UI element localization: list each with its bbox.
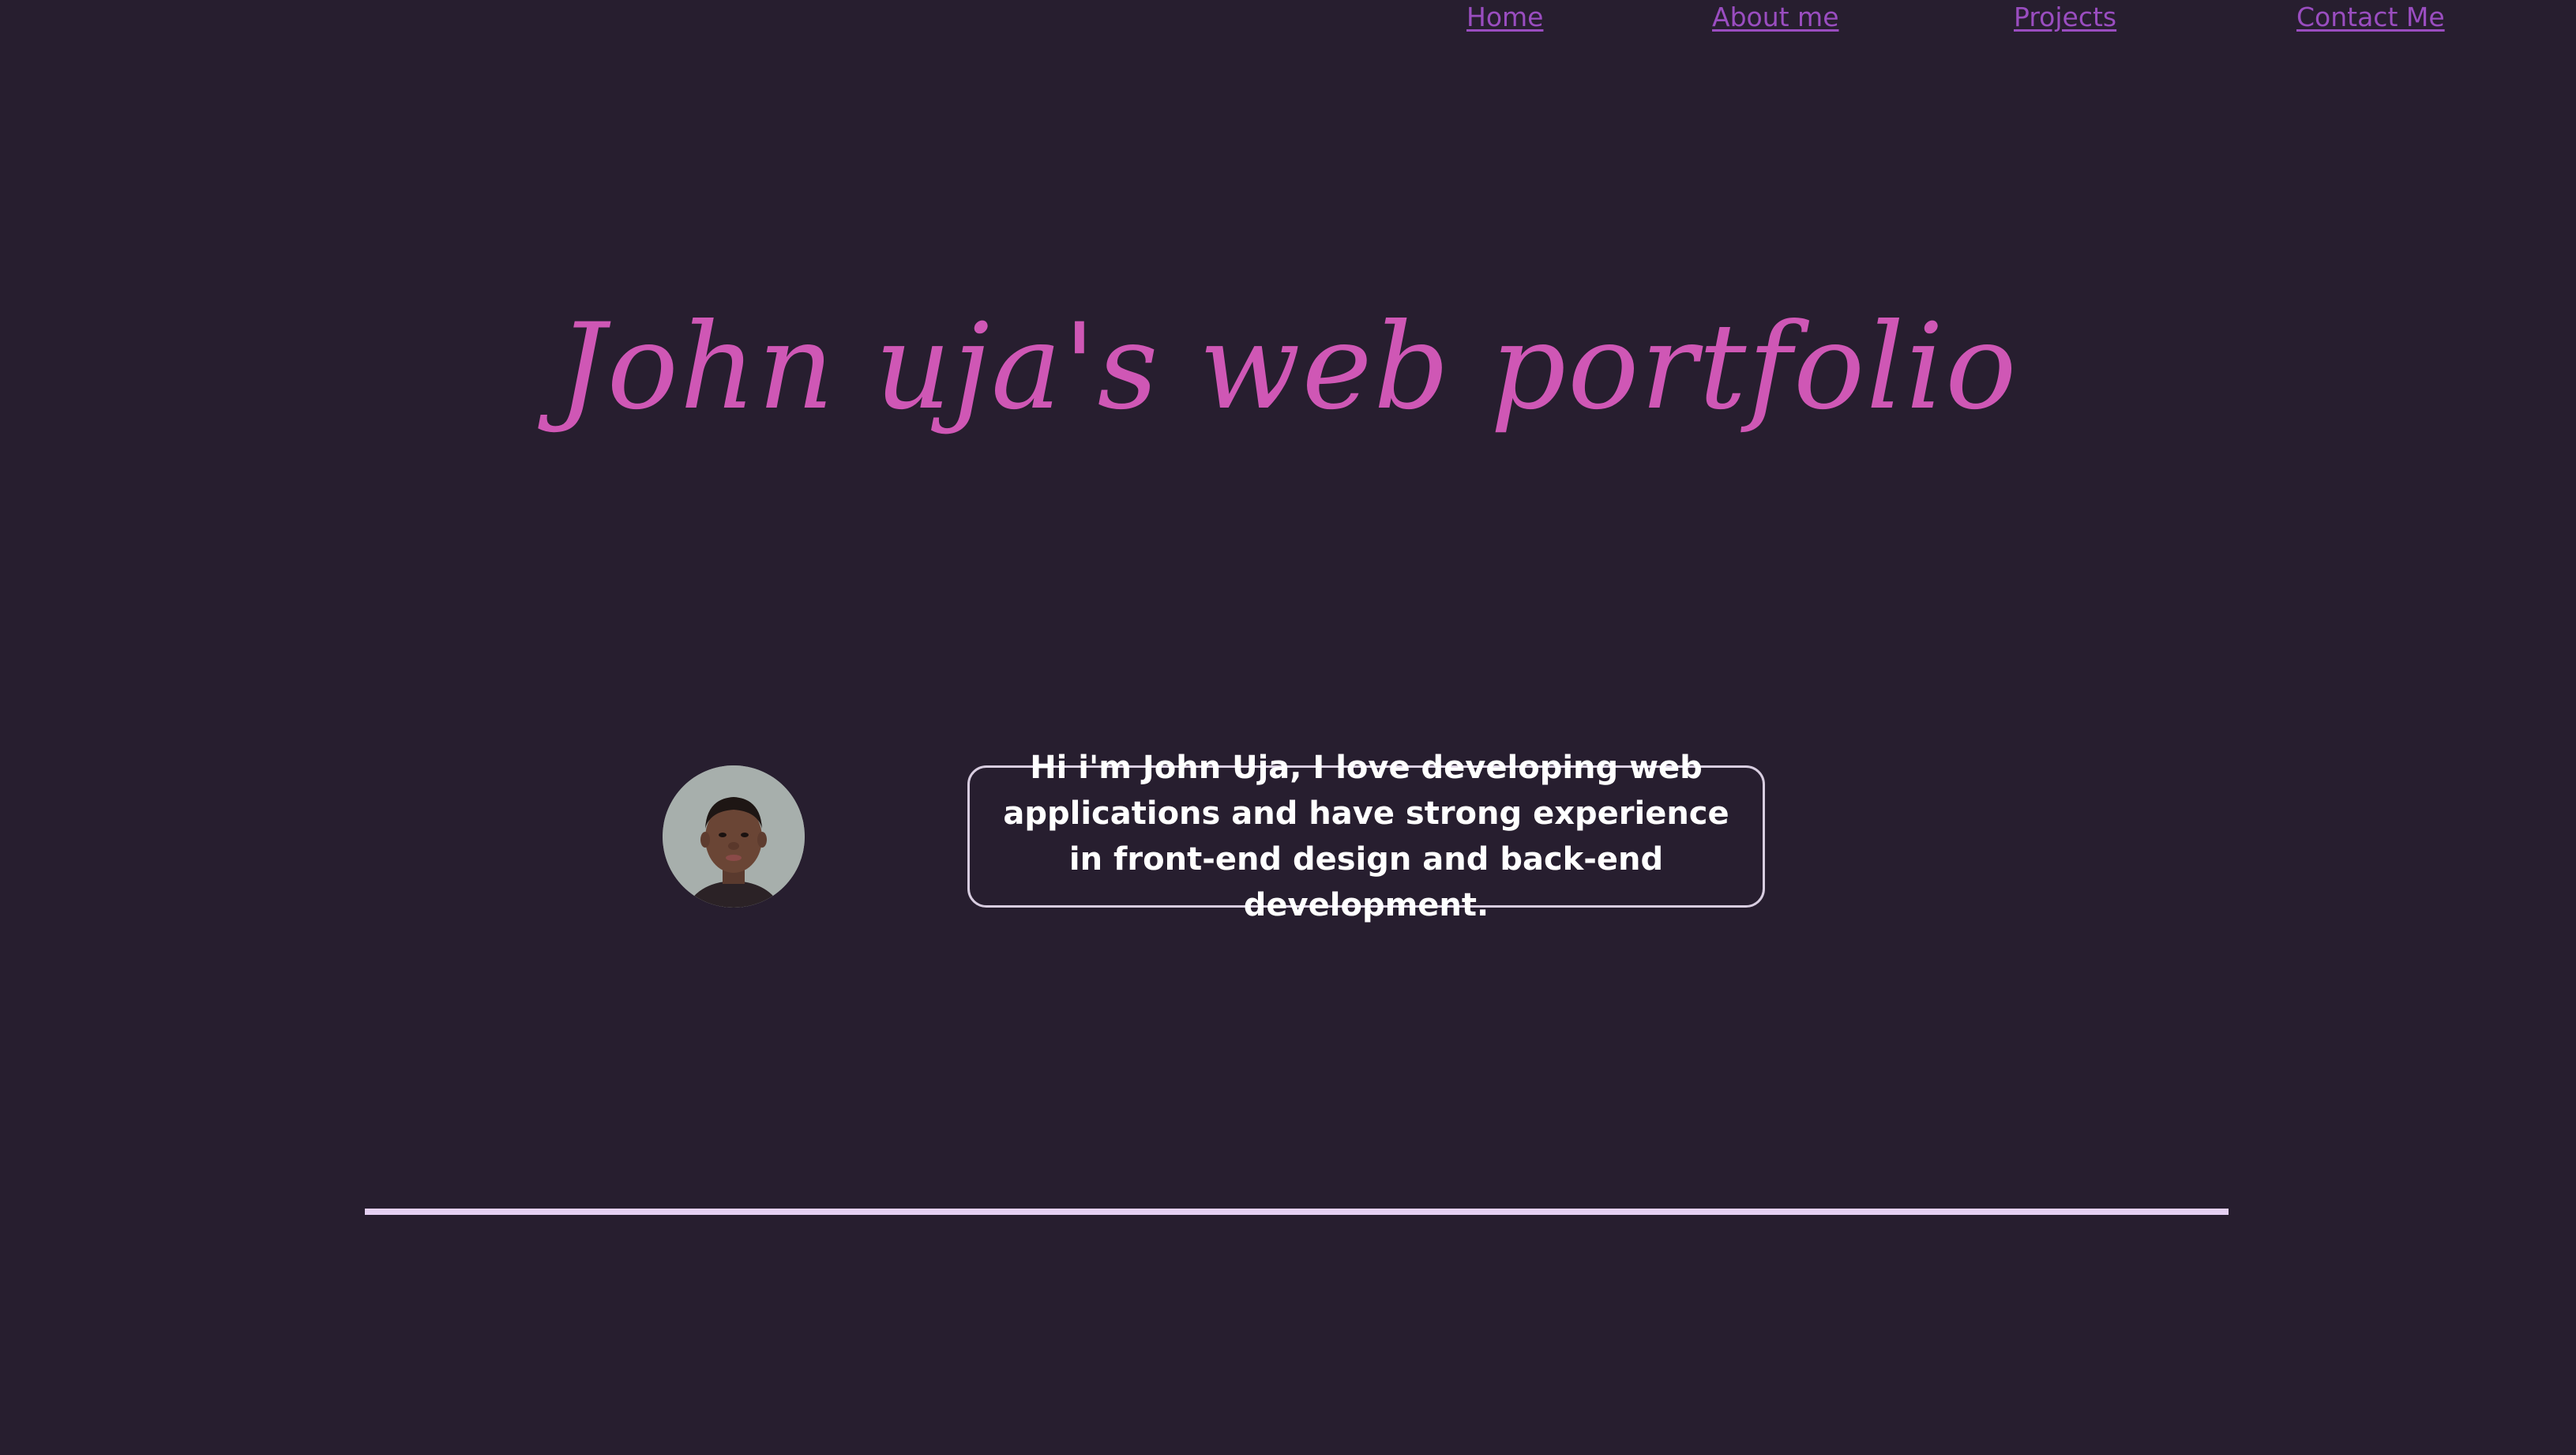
page-title: John uja's web portfolio	[558, 299, 2018, 436]
nav-link-about-me[interactable]: About me	[1712, 2, 1839, 32]
avatar	[663, 765, 805, 908]
page: Home About me Projects Contact Me John u…	[0, 0, 2576, 1455]
intro-text: Hi i'm John Uja, I love developing web a…	[1003, 750, 1729, 923]
divider	[365, 1209, 2229, 1215]
top-nav: Home About me Projects Contact Me	[0, 0, 2576, 47]
nav-link-home[interactable]: Home	[1466, 2, 1543, 32]
nav-link-projects[interactable]: Projects	[2014, 2, 2116, 32]
intro-bubble: Hi i'm John Uja, I love developing web a…	[967, 750, 1765, 923]
nav-link-contact-me[interactable]: Contact Me	[2296, 2, 2445, 32]
profile-photo-icon	[663, 765, 805, 908]
